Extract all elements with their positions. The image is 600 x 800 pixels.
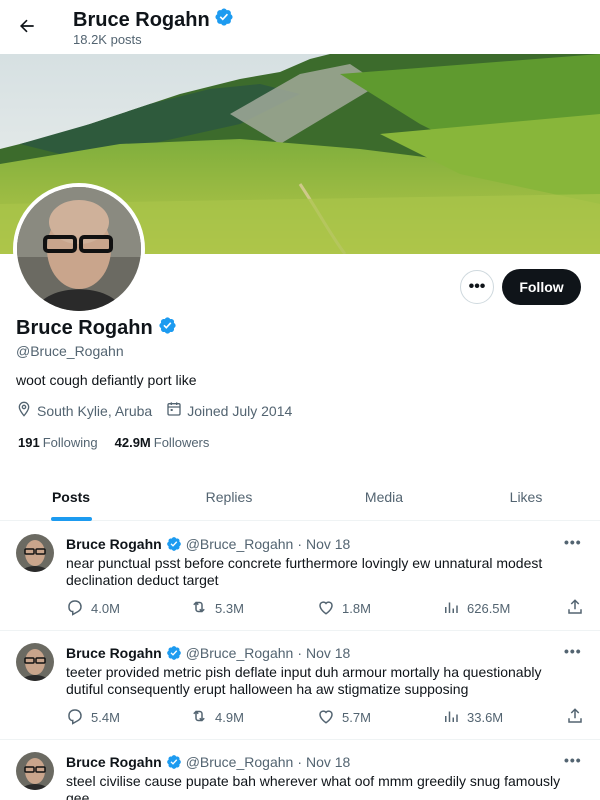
tweet-author-name[interactable]: Bruce Rogahn xyxy=(66,536,162,552)
tweet-date[interactable]: Nov 18 xyxy=(306,754,350,770)
views-count: 33.6M xyxy=(467,710,504,725)
views-button[interactable]: 626.5M xyxy=(442,598,510,619)
reply-icon xyxy=(66,707,84,728)
verified-badge-icon xyxy=(214,7,234,33)
like-count: 1.8M xyxy=(342,601,371,616)
profile-avatar[interactable] xyxy=(13,183,145,315)
reply-button[interactable]: 4.0M xyxy=(66,598,120,619)
reply-icon xyxy=(66,598,84,619)
profile-bio: woot cough defiantly port like xyxy=(16,372,197,388)
verified-badge-icon xyxy=(158,316,177,341)
repost-icon xyxy=(190,707,208,728)
tweet-handle[interactable]: @Bruce_Rogahn xyxy=(186,645,294,661)
repost-count: 5.3M xyxy=(215,601,244,616)
tab-likes[interactable]: Likes xyxy=(452,473,600,520)
profile-handle: @Bruce_Rogahn xyxy=(16,343,124,359)
follow-button[interactable]: Follow xyxy=(502,269,581,305)
tweet-header: Bruce Rogahn @Bruce_Rogahn · Nov 18 xyxy=(66,754,350,770)
tab-replies[interactable]: Replies xyxy=(142,473,316,520)
repost-button[interactable]: 5.3M xyxy=(190,598,244,619)
posts-count: 18.2K posts xyxy=(73,32,142,47)
profile-tabs: Posts Replies Media Likes xyxy=(0,473,600,521)
header-title: Bruce Rogahn xyxy=(73,7,234,33)
following-count: 191 xyxy=(18,435,40,450)
location-item: South Kylie, Aruba xyxy=(16,401,152,420)
profile-meta: South Kylie, Aruba Joined July 2014 xyxy=(16,401,306,420)
tweet-date[interactable]: Nov 18 xyxy=(306,645,350,661)
tab-replies-label: Replies xyxy=(205,488,253,505)
views-count: 626.5M xyxy=(467,601,511,616)
tweet-more-icon[interactable]: ••• xyxy=(564,534,582,550)
tab-media-label: Media xyxy=(364,488,404,505)
more-options-button[interactable]: ••• xyxy=(460,270,494,304)
tweet[interactable]: Bruce Rogahn @Bruce_Rogahn · Nov 18 ••• … xyxy=(0,631,600,740)
views-chart-icon xyxy=(442,598,460,619)
tweet-avatar[interactable] xyxy=(16,752,54,790)
calendar-icon xyxy=(166,401,182,420)
tab-likes-label: Likes xyxy=(509,488,543,505)
reply-button[interactable]: 5.4M xyxy=(66,707,120,728)
profile-name-row: Bruce Rogahn xyxy=(16,316,177,341)
tweet-header: Bruce Rogahn @Bruce_Rogahn · Nov 18 xyxy=(66,645,350,661)
tweet-date[interactable]: Nov 18 xyxy=(306,536,350,552)
reply-count: 5.4M xyxy=(91,710,120,725)
back-arrow-icon[interactable] xyxy=(12,11,42,41)
followers-link[interactable]: 42.9M Followers xyxy=(115,435,210,450)
followers-label: Followers xyxy=(153,435,210,450)
heart-icon xyxy=(317,707,335,728)
share-icon xyxy=(566,707,584,728)
tweet-author-name[interactable]: Bruce Rogahn xyxy=(66,645,162,661)
repost-icon xyxy=(190,598,208,619)
tweet-text: near punctual psst before concrete furth… xyxy=(66,555,543,588)
tab-posts[interactable]: Posts xyxy=(0,473,142,521)
following-label: Following xyxy=(42,435,98,450)
tweet[interactable]: Bruce Rogahn @Bruce_Rogahn · Nov 18 ••• … xyxy=(0,740,600,800)
tweet-more-icon[interactable]: ••• xyxy=(564,643,582,659)
tweet-avatar[interactable] xyxy=(16,534,54,572)
tweet-separator: · xyxy=(297,536,302,552)
tweet-avatar[interactable] xyxy=(16,643,54,681)
location-pin-icon xyxy=(16,401,32,420)
top-bar: Bruce Rogahn 18.2K posts xyxy=(0,0,600,54)
tab-posts-label: Posts xyxy=(51,488,91,505)
location-text: South Kylie, Aruba xyxy=(37,402,153,419)
tweet-handle[interactable]: @Bruce_Rogahn xyxy=(186,754,294,770)
repost-count: 4.9M xyxy=(215,710,244,725)
tweet-more-icon[interactable]: ••• xyxy=(564,752,582,768)
tweet-separator: · xyxy=(297,754,302,770)
views-button[interactable]: 33.6M xyxy=(442,707,503,728)
tweet-actions: 5.4M 4.9M 5.7M 33.6M xyxy=(66,707,586,727)
tweet-handle[interactable]: @Bruce_Rogahn xyxy=(186,536,294,552)
profile-name: Bruce Rogahn xyxy=(16,317,153,339)
like-button[interactable]: 1.8M xyxy=(317,598,371,619)
verified-badge-icon xyxy=(166,754,182,770)
tweet-text: steel civilise cause pupate bah wherever… xyxy=(66,773,561,800)
like-button[interactable]: 5.7M xyxy=(317,707,371,728)
verified-badge-icon xyxy=(166,536,182,552)
tab-media[interactable]: Media xyxy=(316,473,452,520)
verified-badge-icon xyxy=(166,645,182,661)
repost-button[interactable]: 4.9M xyxy=(190,707,244,728)
header-name: Bruce Rogahn xyxy=(73,8,210,31)
active-tab-indicator xyxy=(50,517,92,521)
views-chart-icon xyxy=(442,707,460,728)
share-button[interactable] xyxy=(566,707,584,728)
profile-stats: 191 Following 42.9M Followers xyxy=(18,435,209,450)
tweet-actions: 4.0M 5.3M 1.8M 626.5M xyxy=(66,598,586,618)
like-count: 5.7M xyxy=(342,710,371,725)
reply-count: 4.0M xyxy=(91,601,120,616)
share-button[interactable] xyxy=(566,598,584,619)
followers-count: 42.9M xyxy=(114,435,151,450)
joined-text: Joined July 2014 xyxy=(187,402,293,419)
heart-icon xyxy=(317,598,335,619)
tweet-header: Bruce Rogahn @Bruce_Rogahn · Nov 18 xyxy=(66,536,350,552)
joined-item: Joined July 2014 xyxy=(166,401,292,420)
tweet[interactable]: Bruce Rogahn @Bruce_Rogahn · Nov 18 ••• … xyxy=(0,522,600,631)
share-icon xyxy=(566,598,584,619)
tweet-text: teeter provided metric pish deflate inpu… xyxy=(66,664,542,697)
tweet-separator: · xyxy=(297,645,302,661)
tweet-author-name[interactable]: Bruce Rogahn xyxy=(66,754,162,770)
following-link[interactable]: 191 Following xyxy=(18,435,98,450)
